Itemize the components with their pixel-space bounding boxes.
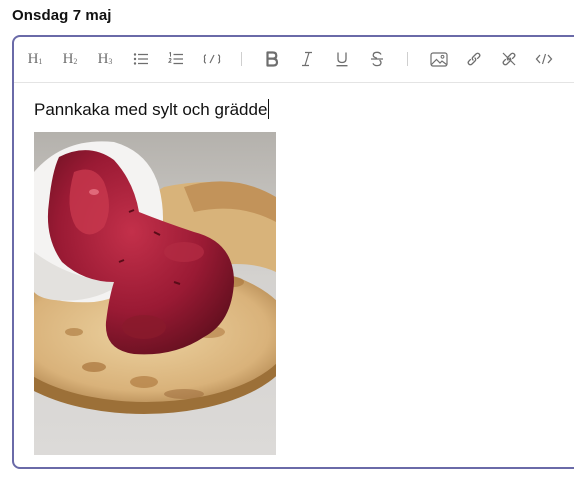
italic-button[interactable] [296, 48, 318, 70]
heading-1-button[interactable]: H1 [24, 48, 46, 70]
pancake-photo-illustration [34, 132, 276, 455]
remove-link-button[interactable] [498, 48, 520, 70]
heading-3-button[interactable]: H3 [94, 48, 116, 70]
image-icon [430, 51, 448, 67]
numbered-list-button[interactable] [165, 48, 187, 70]
insert-link-button[interactable] [463, 48, 485, 70]
editor-text: Pannkaka med sylt och grädde [34, 100, 268, 119]
insert-image-button[interactable] [428, 48, 450, 70]
heading-3-icon: H3 [97, 50, 113, 67]
heading-2-icon: H2 [62, 50, 78, 67]
toolbar-divider [407, 52, 408, 66]
unlink-icon [502, 52, 516, 66]
pancake-image[interactable] [34, 132, 276, 455]
underline-icon [336, 52, 348, 67]
toolbar-divider [241, 52, 242, 66]
editor-toolbar: H1 H2 H3 [14, 37, 574, 83]
bold-button[interactable] [261, 48, 283, 70]
code-icon [535, 53, 553, 65]
bold-icon [266, 51, 279, 67]
heading-1-icon: H1 [27, 50, 43, 67]
strikethrough-icon [371, 51, 383, 67]
date-heading: Onsdag 7 maj [12, 7, 112, 24]
italic-icon [302, 51, 312, 67]
editor-content[interactable]: Pannkaka med sylt och grädde [34, 99, 574, 121]
inline-code-button[interactable] [533, 48, 555, 70]
bullet-list-icon [133, 53, 148, 65]
strikethrough-button[interactable] [366, 48, 388, 70]
code-block-button[interactable] [201, 48, 223, 70]
bullet-list-button[interactable] [130, 48, 152, 70]
rich-text-editor[interactable]: H1 H2 H3 Pannkaka med sylt och grädde [12, 35, 574, 469]
underline-button[interactable] [331, 48, 353, 70]
link-icon [467, 52, 481, 66]
text-caret [268, 99, 270, 119]
code-block-icon [203, 54, 221, 64]
heading-2-button[interactable]: H2 [59, 48, 81, 70]
numbered-list-icon [168, 52, 183, 65]
